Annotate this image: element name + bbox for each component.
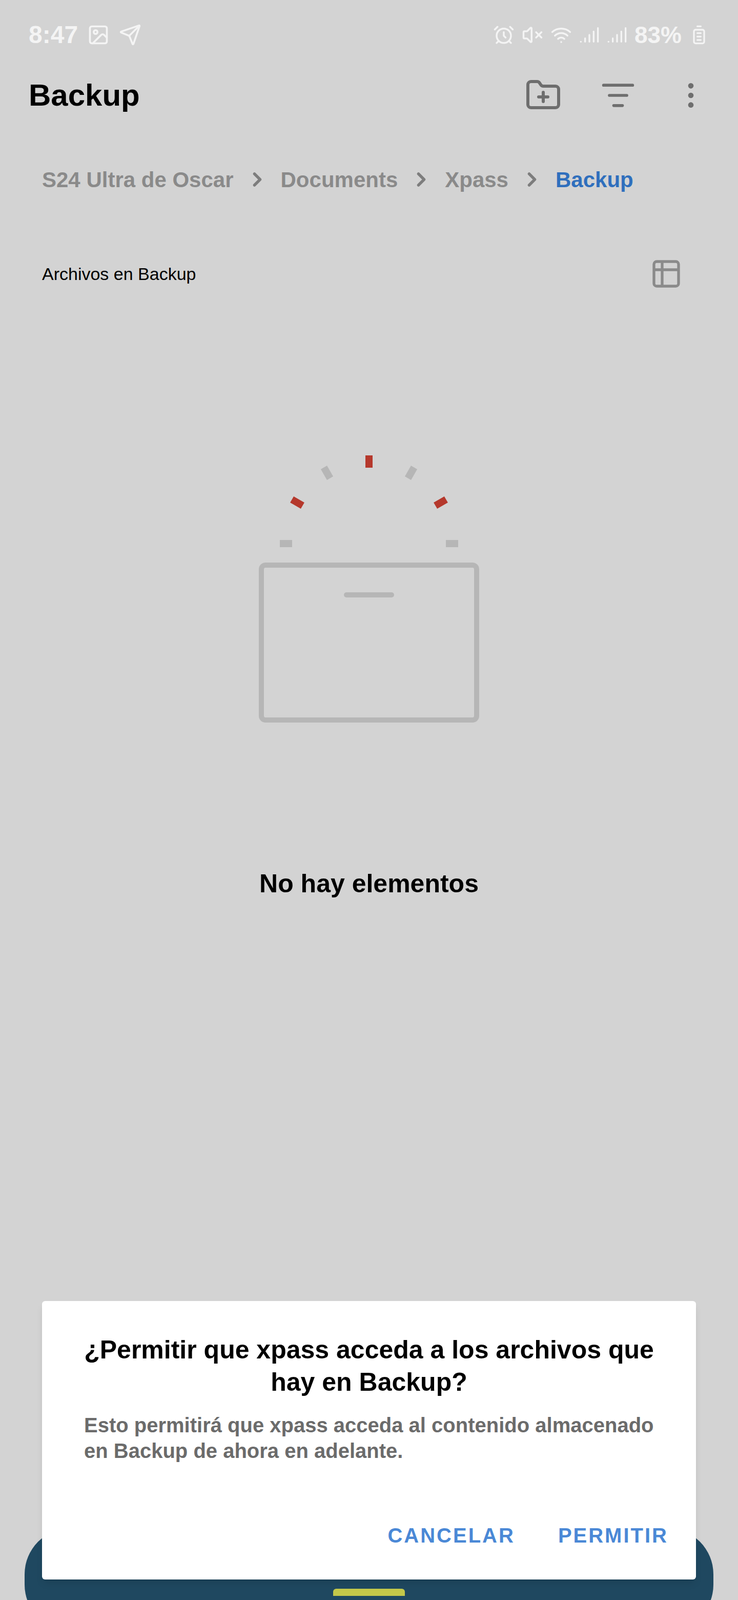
breadcrumb-item[interactable]: Documents [280, 163, 399, 196]
status-time: 8:47 [28, 16, 78, 54]
mute-icon [521, 24, 544, 46]
breadcrumb-item[interactable]: S24 Ultra de Oscar [42, 163, 234, 196]
section-header: Archivos en Backup [0, 253, 738, 295]
empty-box-icon [246, 440, 492, 728]
more-icon[interactable] [674, 78, 708, 112]
breadcrumb-item[interactable]: Backup [555, 163, 634, 196]
section-title: Archivos en Backup [42, 260, 197, 287]
nav-handle [333, 1587, 405, 1595]
chevron-icon [246, 168, 269, 191]
dialog-button[interactable]: PERMITIR [558, 1519, 669, 1550]
battery-icon [688, 24, 710, 46]
alarm-icon [493, 24, 515, 46]
app-bar: Backup [0, 69, 738, 121]
screen: 8:47 83% Backup S24 Ultra de Oscar Documents… [0, 0, 738, 1599]
empty-state: No hay elementos [0, 294, 738, 903]
battery-level: 83% [634, 17, 682, 53]
permission-dialog: ¿Permitir que xpass acceda a los archivo… [42, 1300, 696, 1579]
new-folder-icon[interactable] [524, 76, 562, 114]
signal-icon [606, 24, 628, 46]
wifi-icon [550, 24, 572, 46]
telegram-icon [118, 23, 142, 47]
dialog-button[interactable]: CANCELAR [387, 1519, 515, 1550]
status-bar: 8:47 83% [0, 0, 738, 70]
gallery-icon [87, 23, 110, 47]
app-title: Backup [28, 72, 140, 119]
breadcrumb-item[interactable]: Xpass [444, 163, 509, 196]
empty-message: No hay elementos [259, 864, 479, 903]
list-view-icon[interactable] [649, 257, 683, 291]
dialog-title: ¿Permitir que xpass acceda a los archivo… [42, 1333, 696, 1398]
breadcrumbs: S24 Ultra de Oscar Documents Xpass Backup [0, 153, 738, 205]
dialog-message: Esto permitirá que xpass acceda al conte… [42, 1411, 696, 1463]
chevron-icon [520, 168, 544, 191]
signal-icon [579, 24, 600, 46]
sort-icon[interactable] [600, 77, 636, 113]
chevron-icon [410, 168, 433, 191]
